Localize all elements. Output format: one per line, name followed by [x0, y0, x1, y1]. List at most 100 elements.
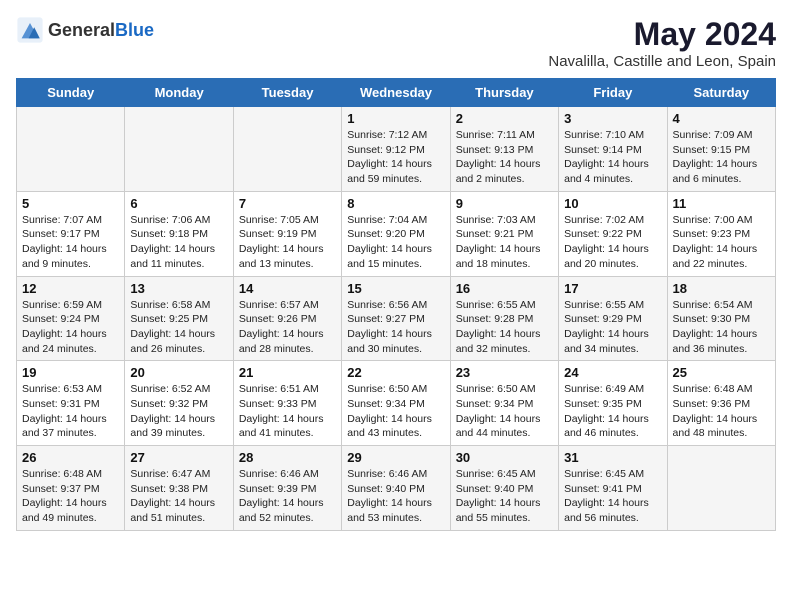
calendar-cell: 26Sunrise: 6:48 AMSunset: 9:37 PMDayligh… [17, 446, 125, 531]
calendar-cell: 5 Sunrise: 7:07 AMSunset: 9:17 PMDaylight… [17, 191, 125, 276]
day-info: Sunrise: 6:53 AMSunset: 9:31 PMDaylight:… [22, 382, 119, 441]
calendar-cell: 2 Sunrise: 7:11 AMSunset: 9:13 PMDaylight… [450, 107, 558, 192]
day-number: 21 [239, 365, 336, 380]
week-row-1: 1 Sunrise: 7:12 AMSunset: 9:12 PMDaylight… [17, 107, 776, 192]
day-info: Sunrise: 6:48 AMSunset: 9:37 PMDaylight:… [22, 467, 119, 526]
day-number: 24 [564, 365, 661, 380]
day-header-thursday: Thursday [450, 79, 558, 107]
calendar-cell: 9Sunrise: 7:03 AMSunset: 9:21 PMDaylight… [450, 191, 558, 276]
day-number: 6 [130, 196, 227, 211]
day-number: 4 [673, 111, 770, 126]
day-number: 7 [239, 196, 336, 211]
day-info: Sunrise: 6:45 AMSunset: 9:41 PMDaylight:… [564, 467, 661, 526]
day-number: 13 [130, 281, 227, 296]
day-info: Sunrise: 7:06 AMSunset: 9:18 PMDaylight:… [130, 213, 227, 272]
calendar-cell: 13 Sunrise: 6:58 AMSunset: 9:25 PMDayligh… [125, 276, 233, 361]
calendar-cell: 1 Sunrise: 7:12 AMSunset: 9:12 PMDaylight… [342, 107, 450, 192]
day-number: 2 [456, 111, 553, 126]
day-number: 3 [564, 111, 661, 126]
day-info: Sunrise: 6:56 AMSunset: 9:27 PMDaylight:… [347, 298, 444, 357]
day-info: Sunrise: 7:12 AMSunset: 9:12 PMDaylight:… [347, 128, 444, 187]
week-row-3: 12Sunrise: 6:59 AMSunset: 9:24 PMDayligh… [17, 276, 776, 361]
day-number: 27 [130, 450, 227, 465]
calendar-cell: 3 Sunrise: 7:10 AMSunset: 9:14 PMDaylight… [559, 107, 667, 192]
calendar-cell: 31 Sunrise: 6:45 AMSunset: 9:41 PMDayligh… [559, 446, 667, 531]
day-number: 10 [564, 196, 661, 211]
day-info: Sunrise: 6:55 AMSunset: 9:29 PMDaylight:… [564, 298, 661, 357]
calendar-cell [667, 446, 775, 531]
day-info: Sunrise: 7:02 AMSunset: 9:22 PMDaylight:… [564, 213, 661, 272]
day-info: Sunrise: 6:46 AMSunset: 9:40 PMDaylight:… [347, 467, 444, 526]
day-info: Sunrise: 6:50 AMSunset: 9:34 PMDaylight:… [456, 382, 553, 441]
day-header-sunday: Sunday [17, 79, 125, 107]
calendar-cell [125, 107, 233, 192]
day-number: 14 [239, 281, 336, 296]
day-number: 30 [456, 450, 553, 465]
day-number: 12 [22, 281, 119, 296]
calendar-cell [233, 107, 341, 192]
day-info: Sunrise: 6:58 AMSunset: 9:25 PMDaylight:… [130, 298, 227, 357]
day-header-friday: Friday [559, 79, 667, 107]
day-info: Sunrise: 6:45 AMSunset: 9:40 PMDaylight:… [456, 467, 553, 526]
day-number: 11 [673, 196, 770, 211]
calendar-cell: 17 Sunrise: 6:55 AMSunset: 9:29 PMDayligh… [559, 276, 667, 361]
day-info: Sunrise: 6:48 AMSunset: 9:36 PMDaylight:… [673, 382, 770, 441]
day-info: Sunrise: 7:10 AMSunset: 9:14 PMDaylight:… [564, 128, 661, 187]
day-header-tuesday: Tuesday [233, 79, 341, 107]
day-info: Sunrise: 7:07 AMSunset: 9:17 PMDaylight:… [22, 213, 119, 272]
day-info: Sunrise: 7:03 AMSunset: 9:21 PMDaylight:… [456, 213, 553, 272]
calendar-cell: 10 Sunrise: 7:02 AMSunset: 9:22 PMDayligh… [559, 191, 667, 276]
day-info: Sunrise: 6:50 AMSunset: 9:34 PMDaylight:… [347, 382, 444, 441]
main-title: May 2024 [548, 16, 776, 53]
day-info: Sunrise: 6:54 AMSunset: 9:30 PMDaylight:… [673, 298, 770, 357]
header: GeneralBlue May 2024 Navalilla, Castille… [16, 16, 776, 70]
calendar-cell: 6 Sunrise: 7:06 AMSunset: 9:18 PMDaylight… [125, 191, 233, 276]
day-number: 1 [347, 111, 444, 126]
calendar-cell: 24Sunrise: 6:49 AMSunset: 9:35 PMDayligh… [559, 361, 667, 446]
day-info: Sunrise: 6:51 AMSunset: 9:33 PMDaylight:… [239, 382, 336, 441]
days-header-row: SundayMondayTuesdayWednesdayThursdayFrid… [17, 79, 776, 107]
day-number: 31 [564, 450, 661, 465]
calendar-cell: 12Sunrise: 6:59 AMSunset: 9:24 PMDayligh… [17, 276, 125, 361]
day-number: 16 [456, 281, 553, 296]
day-number: 28 [239, 450, 336, 465]
calendar-cell: 20Sunrise: 6:52 AMSunset: 9:32 PMDayligh… [125, 361, 233, 446]
calendar-cell [17, 107, 125, 192]
day-number: 25 [673, 365, 770, 380]
week-row-5: 26Sunrise: 6:48 AMSunset: 9:37 PMDayligh… [17, 446, 776, 531]
day-info: Sunrise: 7:00 AMSunset: 9:23 PMDaylight:… [673, 213, 770, 272]
calendar-cell: 16Sunrise: 6:55 AMSunset: 9:28 PMDayligh… [450, 276, 558, 361]
day-number: 15 [347, 281, 444, 296]
day-number: 5 [22, 196, 119, 211]
logo-blue: Blue [115, 20, 154, 40]
calendar-cell: 4 Sunrise: 7:09 AMSunset: 9:15 PMDaylight… [667, 107, 775, 192]
day-info: Sunrise: 6:57 AMSunset: 9:26 PMDaylight:… [239, 298, 336, 357]
calendar-cell: 22 Sunrise: 6:50 AMSunset: 9:34 PMDayligh… [342, 361, 450, 446]
calendar-cell: 25 Sunrise: 6:48 AMSunset: 9:36 PMDayligh… [667, 361, 775, 446]
calendar-cell: 27Sunrise: 6:47 AMSunset: 9:38 PMDayligh… [125, 446, 233, 531]
day-number: 17 [564, 281, 661, 296]
logo: GeneralBlue [16, 16, 154, 44]
calendar-cell: 14 Sunrise: 6:57 AMSunset: 9:26 PMDayligh… [233, 276, 341, 361]
calendar-cell: 8Sunrise: 7:04 AMSunset: 9:20 PMDaylight… [342, 191, 450, 276]
title-area: May 2024 Navalilla, Castille and Leon, S… [548, 16, 776, 70]
day-number: 22 [347, 365, 444, 380]
day-number: 29 [347, 450, 444, 465]
calendar-cell: 18 Sunrise: 6:54 AMSunset: 9:30 PMDayligh… [667, 276, 775, 361]
day-number: 8 [347, 196, 444, 211]
calendar-cell: 30 Sunrise: 6:45 AMSunset: 9:40 PMDayligh… [450, 446, 558, 531]
calendar-cell: 19Sunrise: 6:53 AMSunset: 9:31 PMDayligh… [17, 361, 125, 446]
day-info: Sunrise: 7:09 AMSunset: 9:15 PMDaylight:… [673, 128, 770, 187]
day-info: Sunrise: 7:11 AMSunset: 9:13 PMDaylight:… [456, 128, 553, 187]
week-row-4: 19Sunrise: 6:53 AMSunset: 9:31 PMDayligh… [17, 361, 776, 446]
day-info: Sunrise: 7:05 AMSunset: 9:19 PMDaylight:… [239, 213, 336, 272]
calendar-cell: 7 Sunrise: 7:05 AMSunset: 9:19 PMDaylight… [233, 191, 341, 276]
calendar-cell: 15 Sunrise: 6:56 AMSunset: 9:27 PMDayligh… [342, 276, 450, 361]
day-header-saturday: Saturday [667, 79, 775, 107]
day-info: Sunrise: 6:46 AMSunset: 9:39 PMDaylight:… [239, 467, 336, 526]
day-number: 23 [456, 365, 553, 380]
subtitle: Navalilla, Castille and Leon, Spain [548, 53, 776, 70]
calendar-cell: 23 Sunrise: 6:50 AMSunset: 9:34 PMDayligh… [450, 361, 558, 446]
day-info: Sunrise: 6:52 AMSunset: 9:32 PMDaylight:… [130, 382, 227, 441]
day-number: 18 [673, 281, 770, 296]
